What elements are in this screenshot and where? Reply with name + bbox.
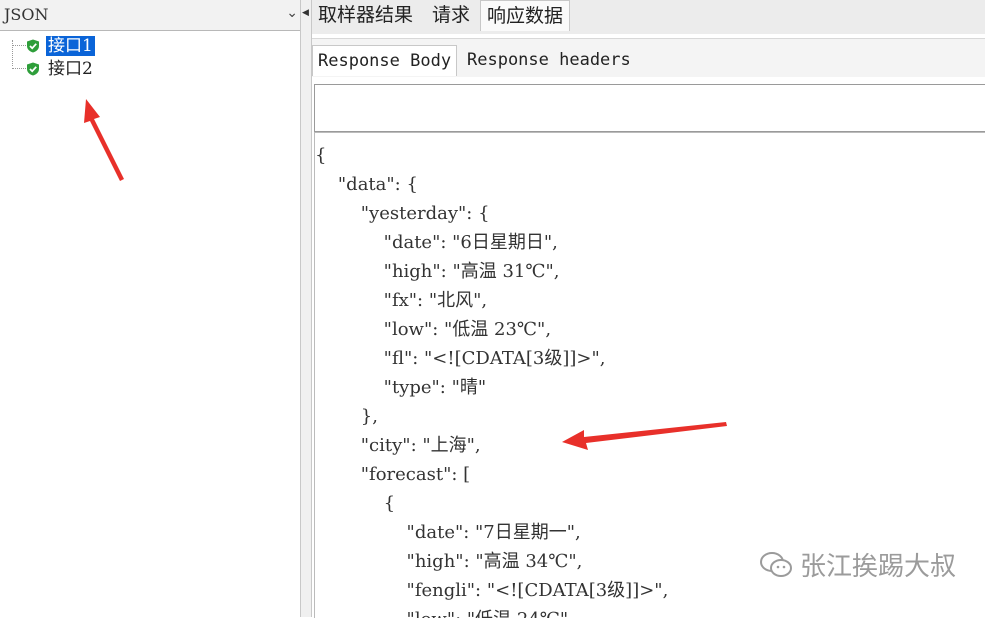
json-line: "fengli": "<![CDATA[3级]]>", <box>315 580 669 601</box>
success-shield-icon <box>27 62 39 75</box>
json-line: "type": "晴" <box>315 377 487 398</box>
json-line: "yesterday": { <box>315 203 490 224</box>
panel-splitter[interactable]: ◀ <box>301 0 312 617</box>
watermark: 张江挨踢大叔 <box>758 546 956 583</box>
json-line: "date": "7日星期一", <box>315 522 581 543</box>
result-tabs: 取样器结果 请求 响应数据 <box>312 0 985 34</box>
wechat-icon <box>760 551 792 577</box>
result-detail-panel: 取样器结果 请求 响应数据 Response Body Response hea… <box>312 0 985 618</box>
tab-request[interactable]: 请求 <box>426 0 476 30</box>
json-line: "data": { <box>315 174 418 195</box>
tree-item-interface-2[interactable]: 接口2 <box>8 57 95 80</box>
tree-item-label: 接口1 <box>46 35 95 56</box>
result-tree-panel: JSON ⌄ 接口1 接口2 <box>0 0 301 617</box>
json-line: "date": "6日星期日", <box>315 232 558 253</box>
tab-response-headers[interactable]: Response headers <box>462 45 636 75</box>
renderer-select-value: JSON <box>4 5 49 24</box>
tab-sampler-result[interactable]: 取样器结果 <box>312 0 419 30</box>
json-line: "fl": "<![CDATA[3级]]>", <box>315 348 606 369</box>
response-search-input[interactable] <box>314 84 985 132</box>
annotation-arrow-icon <box>562 422 727 450</box>
collapse-arrow-icon[interactable]: ◀ <box>302 8 309 18</box>
response-json: { "data": { "yesterday": { "date": "6日星期… <box>315 141 668 618</box>
json-line: "high": "高温 31℃", <box>315 261 560 282</box>
json-line: { <box>315 145 327 166</box>
json-line: "fx": "北风", <box>315 290 488 311</box>
watermark-text: 张江挨踢大叔 <box>800 552 957 582</box>
tab-response-data[interactable]: 响应数据 <box>480 0 571 31</box>
chevron-down-icon[interactable]: ⌄ <box>286 5 298 21</box>
annotation-arrow-icon <box>84 99 124 181</box>
renderer-select[interactable]: JSON ⌄ <box>0 0 300 31</box>
success-shield-icon <box>27 39 39 52</box>
json-line: "low": "低温 24℃", <box>315 605 668 618</box>
json-line: { <box>315 493 396 514</box>
response-subtabs: Response Body Response headers <box>312 38 985 77</box>
tree-item-interface-1[interactable]: 接口1 <box>8 34 95 57</box>
json-line: "high": "高温 34℃", <box>315 551 583 572</box>
tab-response-body[interactable]: Response Body <box>312 45 458 76</box>
sampler-tree: 接口1 接口2 <box>8 34 95 80</box>
json-line: "low": "低温 23℃", <box>315 319 552 340</box>
json-line: "forecast": [ <box>315 464 471 485</box>
tree-item-label: 接口2 <box>48 58 93 79</box>
